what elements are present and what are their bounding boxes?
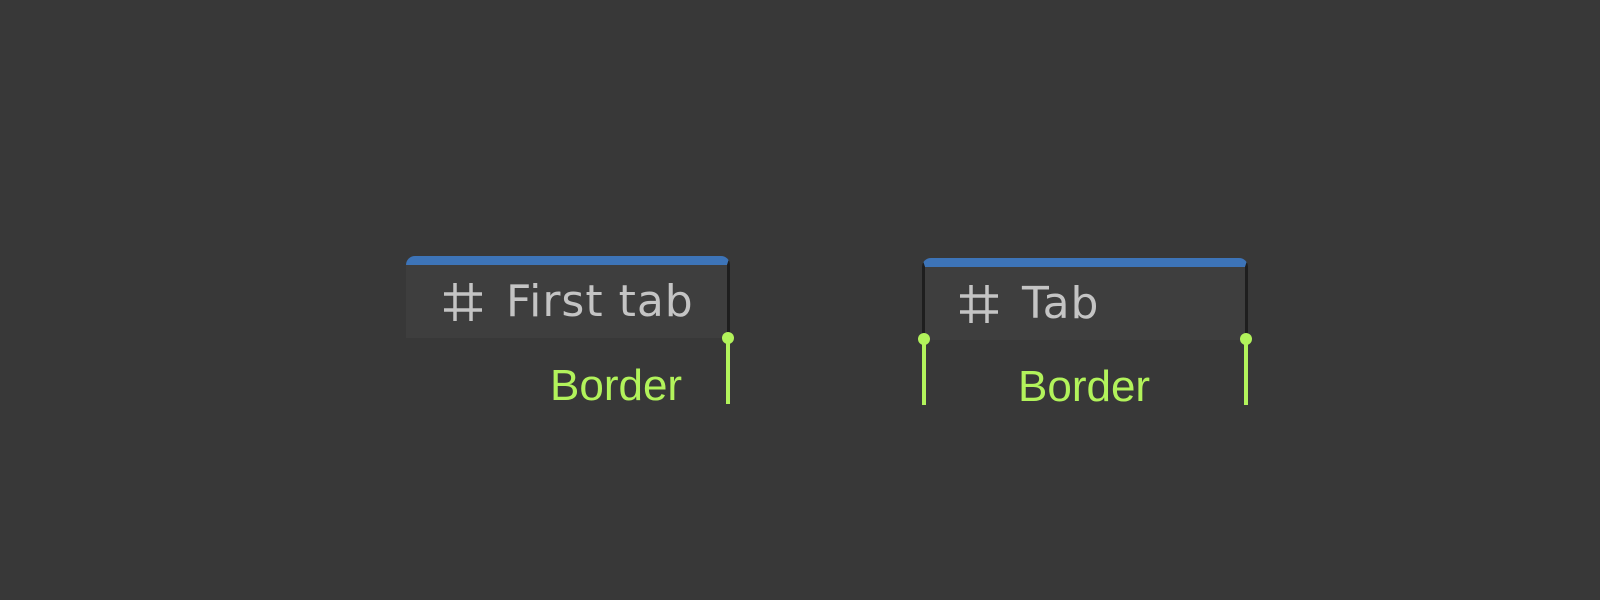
grid-icon bbox=[444, 283, 482, 321]
grid-icon bbox=[960, 285, 998, 323]
border-marker-left bbox=[918, 333, 930, 405]
border-marker-right bbox=[1240, 333, 1252, 405]
tab-label: Tab bbox=[1022, 278, 1100, 329]
marker-dot bbox=[722, 332, 734, 344]
border-annotation-label: Border bbox=[1018, 362, 1151, 411]
tab-first[interactable]: First tab bbox=[406, 256, 730, 338]
border-annotation-label: Border bbox=[550, 361, 683, 410]
marker-dot bbox=[1240, 333, 1252, 345]
border-marker-right bbox=[722, 332, 734, 404]
tab-label: First tab bbox=[506, 276, 694, 327]
tab-second[interactable]: Tab bbox=[922, 258, 1248, 340]
marker-dot bbox=[918, 333, 930, 345]
